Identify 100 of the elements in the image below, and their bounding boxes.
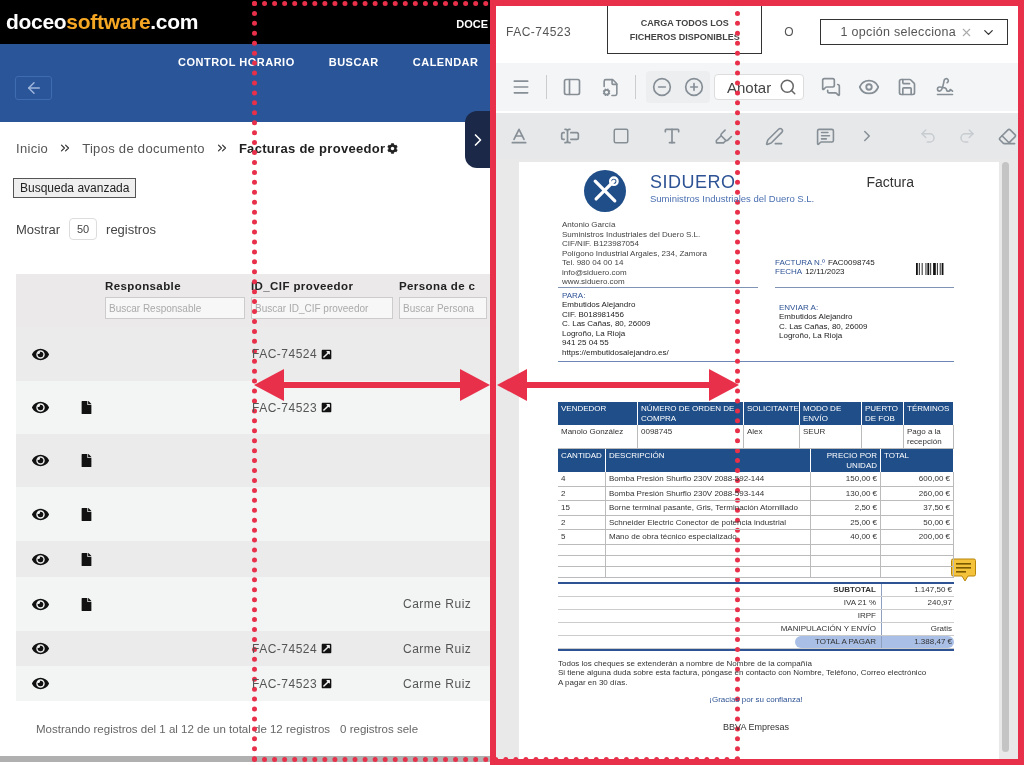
- table-cell: 37,50 €: [881, 501, 954, 516]
- file-icon[interactable]: [80, 401, 93, 414]
- note-line: Si tiene alguna duda sobre esta factura, póngase en contacto con Nombre, Teléfono, Correo electrónico: [558, 668, 928, 678]
- total-label: SUBTOTAL: [833, 585, 877, 594]
- option-select[interactable]: 1 opción selecciona: [819, 19, 1008, 45]
- text-field-icon: [560, 126, 580, 146]
- column-search-field[interactable]: Buscar Persona: [399, 297, 487, 319]
- file-settings-icon: [600, 77, 620, 97]
- file-icon[interactable]: [80, 552, 93, 566]
- column-header: Persona de c: [399, 280, 477, 292]
- address-line: CIF. B018981456: [562, 309, 625, 319]
- save-icon: [897, 77, 918, 97]
- advanced-search-button[interactable]: Busqueda avanzada: [13, 178, 137, 198]
- meta-label: FECHA: [775, 267, 803, 277]
- sender-line: Antonio García: [562, 220, 617, 230]
- table-cell: Borne terminal pasante, Gris, Terminación Atornillado: [606, 501, 811, 516]
- show-label: Mostrar: [16, 221, 61, 237]
- column-header: MODO DE ENVÍO: [800, 402, 862, 425]
- signature-icon: [935, 77, 956, 97]
- total-label: IVA 21 %: [843, 598, 877, 607]
- table-cell: Bomba Presión Shurflo 230V 2088-593-144: [606, 486, 811, 501]
- redo-icon: [958, 127, 976, 145]
- nav-link[interactable]: CALENDAR: [412, 56, 479, 68]
- zoom-out-icon: [652, 77, 672, 97]
- table-cell: 130,00 €: [811, 486, 881, 501]
- table-cell: FAC-74524: [252, 641, 318, 656]
- column-search-field[interactable]: Buscar ID_CIF proveedor: [251, 297, 393, 319]
- address-line: Logroño, La Rioja: [779, 331, 844, 341]
- sender-line: Suministros Industriales del Duero S.L.: [562, 229, 702, 239]
- sender-line: Polígono Industrial Argales, 234, Zamora: [562, 248, 708, 258]
- address-line: Embutidos Alejandro: [779, 312, 854, 322]
- eye-icon[interactable]: [32, 452, 49, 469]
- file-icon[interactable]: [80, 507, 93, 521]
- table-cell: FAC-74524: [252, 347, 318, 361]
- eye-icon[interactable]: [32, 675, 49, 692]
- table-cell: 25,00 €: [811, 515, 881, 530]
- external-link-icon[interactable]: [321, 643, 333, 654]
- annotate-menu[interactable]: Anotar: [714, 74, 805, 100]
- underline-text-icon: [509, 126, 529, 146]
- table-cell: 2: [558, 486, 606, 501]
- table-cell: Carme Ruiz: [403, 676, 472, 691]
- user-name: DOCE: [456, 17, 489, 30]
- table-cell: 200,00 €: [881, 530, 954, 545]
- column-header: TÉRMINOS: [904, 402, 954, 425]
- column-header: VENDEDOR: [558, 402, 638, 425]
- column-header: NÚMERO DE ORDEN DE COMPRA: [638, 402, 744, 425]
- load-all-button[interactable]: CARGA TODOS LOS FICHEROS DISPONIBLES: [607, 6, 763, 54]
- table-cell: FAC-74523: [252, 676, 318, 691]
- column-header: PUERTO DE FOB: [862, 402, 904, 425]
- meta-value: FAC0098745: [828, 257, 875, 267]
- nav-link[interactable]: CONTROL HORARIO: [178, 56, 295, 68]
- external-link-icon[interactable]: [321, 402, 333, 413]
- file-icon[interactable]: [80, 454, 93, 467]
- settings-icon[interactable]: [387, 142, 399, 154]
- total-value: 1.388,47 €: [881, 635, 954, 648]
- address-line: C. Las Cañas, 80, 26009: [562, 319, 652, 329]
- meta-label: FACTURA N.º: [775, 257, 826, 267]
- zoom-in-icon: [684, 77, 704, 97]
- page-length-field[interactable]: 50: [69, 218, 98, 240]
- breadcrumb-link[interactable]: Inicio: [16, 140, 49, 156]
- back-button[interactable]: [15, 76, 52, 100]
- total-value: 1.147,50 €: [881, 583, 954, 596]
- sender-line: CIF/NIF. B123987054: [562, 239, 640, 249]
- empty-cell: [558, 544, 606, 556]
- external-link-icon[interactable]: [321, 678, 333, 689]
- table-cell: 260,00 €: [881, 486, 954, 501]
- table-cell: 2,50 €: [811, 501, 881, 516]
- table-cell: Mano de obra técnico especializado: [606, 530, 811, 545]
- eye-icon[interactable]: [32, 399, 49, 416]
- records-label: registros: [106, 221, 156, 237]
- table-cell: 15: [558, 501, 606, 516]
- file-icon[interactable]: [80, 597, 93, 611]
- address-line: https://embutidosalejandro.es/: [562, 347, 670, 357]
- external-link-icon[interactable]: [321, 348, 333, 360]
- column-search-field[interactable]: Buscar Responsable: [105, 297, 245, 319]
- empty-cell: [811, 566, 881, 578]
- pen-icon: [764, 126, 784, 146]
- note-line: Todos los cheques se extenderán a nombre de Nombre de la compañía: [558, 658, 813, 668]
- table-cell: 2: [558, 515, 606, 530]
- eraser-icon: [997, 126, 1017, 146]
- table-cell: 4: [558, 472, 606, 487]
- panel-toggle-button[interactable]: [465, 111, 490, 168]
- column-header: DESCRIPCIÓN: [606, 449, 811, 472]
- table-cell: 5: [558, 530, 606, 545]
- column-header: TOTAL: [881, 449, 954, 472]
- sidebar-icon: [562, 77, 582, 97]
- table-cell: Bomba Presión Shurflo 230V 2088-592-144: [606, 472, 811, 487]
- address-label: ENVIAR A:: [779, 302, 820, 312]
- breadcrumb-link[interactable]: Tipos de documento: [82, 140, 205, 156]
- total-label: TOTAL A PAGAR: [814, 637, 877, 646]
- empty-cell: [811, 544, 881, 556]
- meta-value: 12/11/2023: [805, 267, 845, 277]
- highlighter-icon: [713, 126, 733, 146]
- address-line: Embutidos Alejandro: [562, 300, 637, 310]
- nav-link[interactable]: BUSCAR: [328, 56, 379, 68]
- note-line: A pagar en 30 días.: [558, 677, 629, 687]
- total-label: MANIPULACIÓN Y ENVÍO: [780, 624, 877, 633]
- eye-icon[interactable]: [32, 640, 49, 657]
- selection-info: 0 registros sele: [340, 723, 419, 735]
- search-icon: [779, 78, 798, 96]
